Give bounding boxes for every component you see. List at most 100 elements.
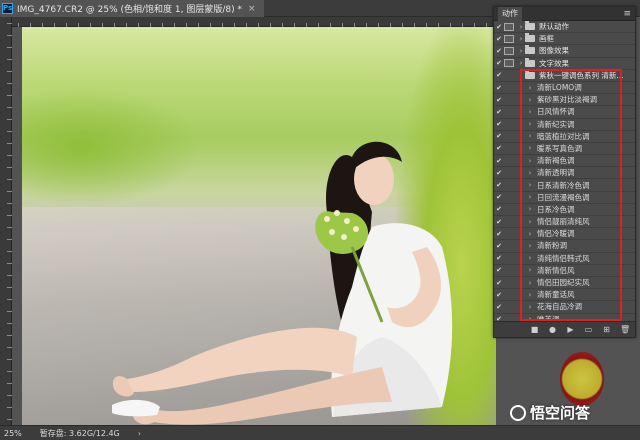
- vertical-ruler[interactable]: [0, 17, 12, 425]
- toggle-item-checkbox[interactable]: ✔: [494, 205, 504, 213]
- expand-arrow-icon[interactable]: ›: [526, 266, 534, 274]
- toggle-dialog-icon[interactable]: [504, 34, 514, 43]
- expand-arrow-icon[interactable]: ›: [526, 120, 534, 128]
- toggle-item-checkbox[interactable]: ✔: [494, 157, 504, 165]
- expand-arrow-icon[interactable]: ›: [526, 279, 534, 287]
- expand-arrow-icon[interactable]: ›: [517, 47, 525, 55]
- image-canvas[interactable]: [22, 27, 496, 425]
- expand-arrow-icon[interactable]: ›: [526, 144, 534, 152]
- toggle-item-checkbox[interactable]: ✔: [494, 218, 504, 226]
- toggle-dialog-icon[interactable]: [504, 46, 514, 55]
- expand-arrow-icon[interactable]: ›: [526, 303, 534, 311]
- action-set-row[interactable]: ✔ › 文字效果: [494, 57, 635, 70]
- action-row[interactable]: ✔ › 紫砂黑对比淡褐调: [494, 94, 635, 107]
- toggle-item-checkbox[interactable]: ✔: [494, 132, 504, 140]
- expand-arrow-icon[interactable]: ›: [526, 108, 534, 116]
- toggle-item-checkbox[interactable]: ✔: [494, 59, 504, 67]
- action-label: 清新LOMO调: [537, 83, 582, 93]
- status-menu-arrow-icon[interactable]: ›: [138, 429, 141, 438]
- ruler-tick: [7, 323, 12, 324]
- expand-arrow-icon[interactable]: ›: [526, 169, 534, 177]
- action-row[interactable]: ✔ › 清新童话风: [494, 289, 635, 302]
- document-tab[interactable]: Ps IMG_4767.CR2 @ 25% (色相/饱和度 1, 图层蒙版/8)…: [0, 0, 264, 17]
- action-row[interactable]: ✔ › 清新透明调: [494, 167, 635, 180]
- action-row[interactable]: ✔ › 暗蓝植拉对比调: [494, 131, 635, 143]
- toggle-item-checkbox[interactable]: ✔: [494, 279, 504, 287]
- close-tab-icon[interactable]: ×: [248, 4, 256, 14]
- toggle-item-checkbox[interactable]: ✔: [494, 96, 504, 104]
- action-set-row[interactable]: ✔ › 紫秋一键调色系列 清新...: [494, 69, 635, 82]
- toggle-item-checkbox[interactable]: ✔: [494, 291, 504, 299]
- action-set-row[interactable]: ✔ › 图像效果: [494, 45, 635, 58]
- action-row[interactable]: ✔ › 日回流漫褐色调: [494, 192, 635, 204]
- action-row[interactable]: ✔ › 日风情怀调: [494, 106, 635, 119]
- actions-list: ✔ › 默认动作 ✔ › 画框 ✔ › 图像效果 ✔ › 文字效果 ✔ › 紫秋一键调色系列 清新... ✔ ›…: [494, 21, 635, 326]
- action-row[interactable]: ✔ › 清新褐色调: [494, 155, 635, 168]
- action-row[interactable]: ✔ › 清新LOMO调: [494, 82, 635, 95]
- expand-arrow-icon[interactable]: ›: [526, 254, 534, 262]
- tab-actions[interactable]: 动作: [498, 6, 522, 21]
- action-row[interactable]: ✔ › 情侣冷暖调: [494, 228, 635, 241]
- action-row[interactable]: ✔ › 日系冷色调: [494, 204, 635, 216]
- action-label: 清新粉调: [537, 241, 567, 251]
- action-set-row[interactable]: ✔ › 画框: [494, 33, 635, 46]
- toggle-item-checkbox[interactable]: ✔: [494, 242, 504, 250]
- expand-arrow-icon[interactable]: ›: [526, 230, 534, 238]
- expand-arrow-icon[interactable]: ›: [526, 242, 534, 250]
- toggle-dialog-icon[interactable]: [504, 59, 514, 68]
- expand-arrow-icon[interactable]: ›: [526, 205, 534, 213]
- expand-arrow-icon[interactable]: ›: [526, 218, 534, 226]
- action-row[interactable]: ✔ › 花海自品冷调: [494, 301, 635, 314]
- expand-arrow-icon[interactable]: ›: [517, 23, 525, 31]
- expand-arrow-icon[interactable]: ›: [517, 35, 525, 43]
- toggle-item-checkbox[interactable]: ✔: [494, 266, 504, 274]
- toggle-item-checkbox[interactable]: ✔: [494, 254, 504, 262]
- action-label: 情侣田园纪实风: [537, 278, 590, 288]
- toggle-item-checkbox[interactable]: ✔: [494, 84, 504, 92]
- expand-arrow-icon[interactable]: ›: [526, 193, 534, 201]
- new-action-button[interactable]: ⊞: [602, 325, 611, 334]
- expand-arrow-icon[interactable]: ›: [526, 157, 534, 165]
- stop-button[interactable]: ■: [530, 325, 539, 334]
- toggle-item-checkbox[interactable]: ✔: [494, 23, 504, 31]
- toggle-item-checkbox[interactable]: ✔: [494, 35, 504, 43]
- ruler-tick: [7, 95, 12, 96]
- toggle-item-checkbox[interactable]: ✔: [494, 47, 504, 55]
- new-set-button[interactable]: ▭: [584, 325, 593, 334]
- toggle-item-checkbox[interactable]: ✔: [494, 181, 504, 189]
- action-label: 清新透明调: [537, 168, 575, 178]
- toggle-item-checkbox[interactable]: ✔: [494, 303, 504, 311]
- expand-arrow-icon[interactable]: ›: [526, 291, 534, 299]
- expand-arrow-icon[interactable]: ›: [526, 96, 534, 104]
- toggle-dialog-icon[interactable]: [504, 22, 514, 31]
- expand-arrow-icon[interactable]: ›: [517, 59, 525, 67]
- action-row[interactable]: ✔ › 情侣田园纪实风: [494, 277, 635, 290]
- action-set-row[interactable]: ✔ › 默认动作: [494, 21, 635, 34]
- delete-button[interactable]: 🗑: [620, 325, 630, 334]
- action-row[interactable]: ✔ › 清新纪实调: [494, 119, 635, 131]
- play-button[interactable]: ▶: [566, 325, 575, 334]
- action-label: 日回流漫褐色调: [537, 192, 590, 202]
- expand-arrow-icon[interactable]: ›: [517, 71, 525, 79]
- toggle-dialog-icon[interactable]: [504, 71, 514, 79]
- action-row[interactable]: ✔ › 清纯情侣韩式风: [494, 253, 635, 265]
- action-row[interactable]: ✔ › 日系清新冷色调: [494, 179, 635, 192]
- toggle-item-checkbox[interactable]: ✔: [494, 71, 504, 79]
- panel-menu-icon[interactable]: ≡: [623, 9, 631, 19]
- action-row[interactable]: ✔ › 清新情侣风: [494, 265, 635, 277]
- action-row[interactable]: ✔ › 清新粉调: [494, 240, 635, 253]
- toggle-item-checkbox[interactable]: ✔: [494, 169, 504, 177]
- expand-arrow-icon[interactable]: ›: [526, 84, 534, 92]
- zoom-level[interactable]: 25%: [4, 429, 22, 438]
- toggle-item-checkbox[interactable]: ✔: [494, 108, 504, 116]
- toggle-item-checkbox[interactable]: ✔: [494, 230, 504, 238]
- expand-arrow-icon[interactable]: ›: [526, 181, 534, 189]
- action-row[interactable]: ✔ › 暖系写真色调: [494, 143, 635, 156]
- toggle-item-checkbox[interactable]: ✔: [494, 193, 504, 201]
- expand-arrow-icon[interactable]: ›: [526, 132, 534, 140]
- horizontal-ruler[interactable]: [12, 17, 496, 27]
- record-button[interactable]: ●: [548, 325, 557, 334]
- toggle-item-checkbox[interactable]: ✔: [494, 120, 504, 128]
- toggle-item-checkbox[interactable]: ✔: [494, 144, 504, 152]
- action-row[interactable]: ✔ › 情侣靓丽清纯风: [494, 216, 635, 229]
